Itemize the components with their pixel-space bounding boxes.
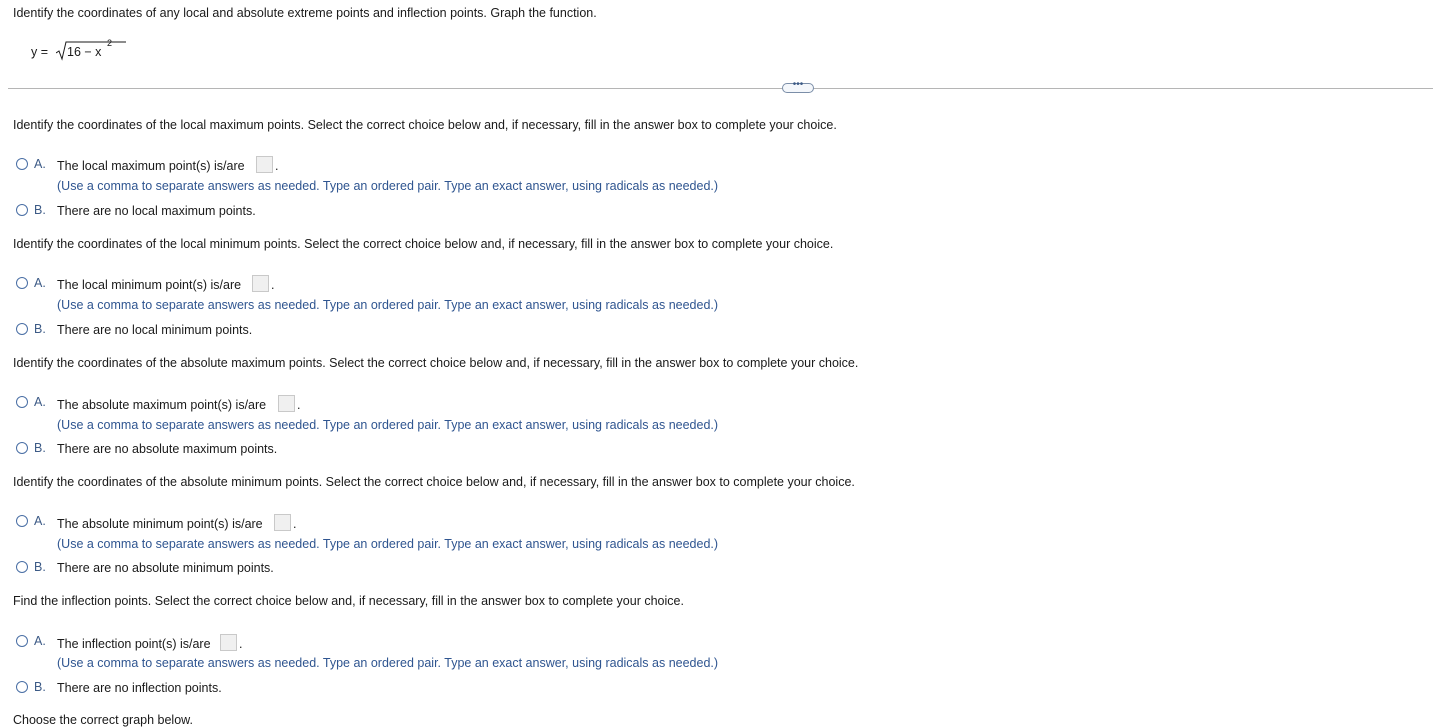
instruction-text: Identify the coordinates of any local an… [13, 6, 597, 20]
question-inflection: Find the inflection points. Select the c… [13, 594, 684, 608]
question-absolute-max: Identify the coordinates of the absolute… [13, 356, 859, 370]
period: . [297, 398, 301, 412]
option-letter-a: A. [34, 157, 46, 171]
option-a-label: The local minimum point(s) is/are [57, 278, 242, 292]
answer-input-local-min[interactable] [252, 275, 269, 292]
answer-hint: (Use a comma to separate answers as need… [57, 418, 719, 432]
option-b-label: There are no absolute maximum points. [57, 442, 278, 456]
radio-local-min-a[interactable] [16, 277, 28, 289]
option-a-label: The absolute minimum point(s) is/are [57, 517, 263, 531]
answer-hint: (Use a comma to separate answers as need… [57, 656, 719, 670]
radio-absolute-max-b[interactable] [16, 442, 28, 454]
answer-input-absolute-min[interactable] [274, 514, 291, 531]
radio-local-max-b[interactable] [16, 204, 28, 216]
question-local-min: Identify the coordinates of the local mi… [13, 237, 834, 251]
more-button-label: ••• [792, 79, 804, 90]
radio-inflection-a[interactable] [16, 635, 28, 647]
answer-hint: (Use a comma to separate answers as need… [57, 537, 719, 551]
question-absolute-min: Identify the coordinates of the absolute… [13, 475, 855, 489]
radio-absolute-max-a[interactable] [16, 396, 28, 408]
answer-input-local-max[interactable] [256, 156, 273, 173]
option-a-label: The inflection point(s) is/are [57, 637, 211, 651]
radio-inflection-b[interactable] [16, 681, 28, 693]
period: . [293, 517, 297, 531]
graph-prompt: Choose the correct graph below. [13, 713, 193, 727]
answer-input-absolute-max[interactable] [278, 395, 295, 412]
period: . [271, 278, 275, 292]
section-divider [8, 88, 1433, 89]
option-b-label: There are no inflection points. [57, 681, 222, 695]
option-letter-b: B. [34, 560, 46, 574]
period: . [239, 637, 243, 651]
question-local-max: Identify the coordinates of the local ma… [13, 118, 837, 132]
answer-input-inflection[interactable] [220, 634, 237, 651]
square-root: 16 − x 2 [56, 37, 146, 63]
radio-absolute-min-a[interactable] [16, 515, 28, 527]
period: . [275, 159, 279, 173]
answer-hint: (Use a comma to separate answers as need… [57, 179, 719, 193]
more-button[interactable]: ••• [782, 79, 814, 93]
option-letter-a: A. [34, 395, 46, 409]
option-letter-a: A. [34, 634, 46, 648]
option-letter-b: B. [34, 322, 46, 336]
option-letter-a: A. [34, 276, 46, 290]
option-letter-a: A. [34, 514, 46, 528]
option-b-label: There are no local maximum points. [57, 204, 256, 218]
equation-exponent: 2 [107, 38, 113, 48]
radio-local-max-a[interactable] [16, 158, 28, 170]
option-letter-b: B. [34, 680, 46, 694]
option-a-label: The absolute maximum point(s) is/are [57, 398, 267, 412]
option-letter-b: B. [34, 441, 46, 455]
equation-radicand: 16 − x [67, 45, 102, 59]
option-b-label: There are no absolute minimum points. [57, 561, 274, 575]
option-b-label: There are no local minimum points. [57, 323, 253, 337]
radio-absolute-min-b[interactable] [16, 561, 28, 573]
option-a-label: The local maximum point(s) is/are [57, 159, 245, 173]
option-letter-b: B. [34, 203, 46, 217]
equation-lhs: y = [31, 45, 49, 59]
answer-hint: (Use a comma to separate answers as need… [57, 298, 719, 312]
radio-local-min-b[interactable] [16, 323, 28, 335]
